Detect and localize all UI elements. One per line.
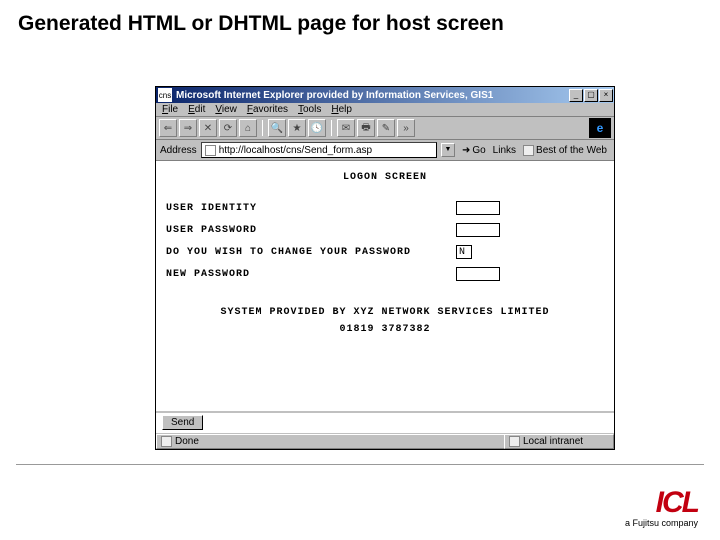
app-icon: cns xyxy=(158,88,172,102)
brand-block: ICL a Fujitsu company xyxy=(625,489,698,528)
address-input[interactable]: http://localhost/cns/Send_form.asp xyxy=(201,142,437,158)
brand-subtitle: a Fujitsu company xyxy=(625,518,698,528)
address-label: Address xyxy=(160,145,197,156)
slide-divider xyxy=(16,464,704,465)
input-user-password[interactable] xyxy=(456,223,500,237)
print-button[interactable]: 🖶 xyxy=(357,119,375,137)
label-user-identity: USER IDENTITY xyxy=(166,203,456,214)
send-button[interactable]: Send xyxy=(162,415,203,430)
menu-favorites[interactable]: Favorites xyxy=(247,104,288,115)
menu-edit[interactable]: Edit xyxy=(188,104,205,115)
label-user-password: USER PASSWORD xyxy=(166,225,456,236)
send-row: Send xyxy=(156,413,614,432)
menu-file[interactable]: File xyxy=(162,104,178,115)
window-title: Microsoft Internet Explorer provided by … xyxy=(174,90,569,101)
menu-bar: File Edit View Favorites Tools Help xyxy=(156,103,614,117)
links-label: Links xyxy=(493,145,516,156)
input-user-identity[interactable] xyxy=(456,201,500,215)
toolbar: ⇐ ⇒ ✕ ⟳ ⌂ 🔍 ★ 🕓 ✉ 🖶 ✎ » e xyxy=(156,117,614,140)
status-page-icon xyxy=(161,436,172,447)
links-item[interactable]: Best of the Web xyxy=(520,145,610,156)
link-icon xyxy=(523,145,534,156)
search-button[interactable]: 🔍 xyxy=(268,119,286,137)
address-dropdown-button[interactable]: ▼ xyxy=(441,143,455,157)
home-button[interactable]: ⌂ xyxy=(239,119,257,137)
ie-logo-icon: e xyxy=(589,118,611,138)
forward-button[interactable]: ⇒ xyxy=(179,119,197,137)
menu-help[interactable]: Help xyxy=(331,104,352,115)
row-new-password: NEW PASSWORD xyxy=(166,267,604,281)
address-bar: Address http://localhost/cns/Send_form.a… xyxy=(156,140,614,161)
menu-tools[interactable]: Tools xyxy=(298,104,321,115)
page-content: LOGON SCREEN USER IDENTITY USER PASSWORD… xyxy=(156,161,614,411)
go-icon: ➜ xyxy=(462,145,470,156)
status-bar: Done Local intranet xyxy=(156,432,614,449)
zone-icon xyxy=(509,436,520,447)
minimize-button[interactable]: _ xyxy=(569,89,583,102)
titlebar: cns Microsoft Internet Explorer provided… xyxy=(156,87,614,103)
brand-logo: ICL xyxy=(625,489,698,516)
row-user-identity: USER IDENTITY xyxy=(166,201,604,215)
input-change-password[interactable] xyxy=(456,245,472,259)
mail-button[interactable]: ✉ xyxy=(337,119,355,137)
links-item-label: Best of the Web xyxy=(536,145,607,156)
status-left: Done xyxy=(156,434,504,449)
edit-button[interactable]: ✎ xyxy=(377,119,395,137)
close-button[interactable]: × xyxy=(599,89,613,102)
status-zone: Local intranet xyxy=(504,434,614,449)
history-button[interactable]: 🕓 xyxy=(308,119,326,137)
stop-button[interactable]: ✕ xyxy=(199,119,217,137)
label-change-password: DO YOU WISH TO CHANGE YOUR PASSWORD xyxy=(166,247,456,258)
go-label: Go xyxy=(472,145,485,156)
toolbar-separator xyxy=(262,120,263,136)
label-new-password: NEW PASSWORD xyxy=(166,269,456,280)
menu-view[interactable]: View xyxy=(215,104,237,115)
toolbar-separator xyxy=(331,120,332,136)
status-text: Done xyxy=(175,436,199,447)
status-zone-text: Local intranet xyxy=(523,436,583,447)
overflow-button[interactable]: » xyxy=(397,119,415,137)
page-heading: LOGON SCREEN xyxy=(166,172,604,183)
row-user-password: USER PASSWORD xyxy=(166,223,604,237)
browser-window: cns Microsoft Internet Explorer provided… xyxy=(155,86,615,450)
go-button[interactable]: ➜ Go xyxy=(459,145,489,156)
address-url: http://localhost/cns/Send_form.asp xyxy=(219,145,372,156)
input-new-password[interactable] xyxy=(456,267,500,281)
back-button[interactable]: ⇐ xyxy=(159,119,177,137)
slide-title: Generated HTML or DHTML page for host sc… xyxy=(0,0,720,40)
page-icon xyxy=(205,145,216,156)
footer-provider: SYSTEM PROVIDED BY XYZ NETWORK SERVICES … xyxy=(166,307,604,318)
refresh-button[interactable]: ⟳ xyxy=(219,119,237,137)
row-change-password: DO YOU WISH TO CHANGE YOUR PASSWORD xyxy=(166,245,604,259)
footer-phone: 01819 3787382 xyxy=(166,324,604,335)
favorites-button[interactable]: ★ xyxy=(288,119,306,137)
maximize-button[interactable]: ▢ xyxy=(584,89,598,102)
